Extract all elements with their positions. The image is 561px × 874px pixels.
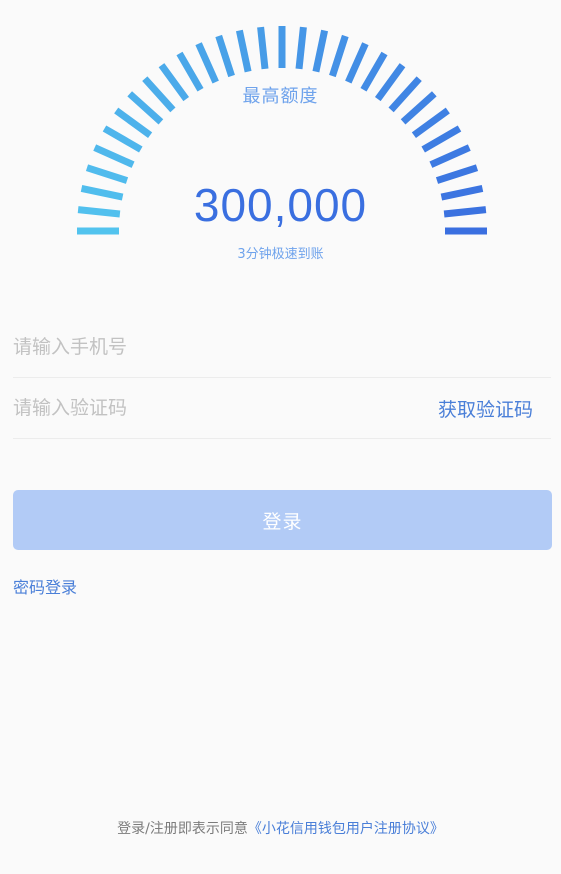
max-credit-amount: 300,000 (193, 179, 368, 231)
gauge-tick (295, 26, 307, 70)
gauge-tick (345, 42, 369, 84)
gauge-tick (312, 29, 329, 73)
gauge-tick (93, 144, 135, 168)
gauge-tick (102, 125, 143, 153)
gauge-tick (235, 29, 252, 73)
login-button[interactable]: 登录 (13, 490, 552, 550)
agreement-prefix: 登录/注册即表示同意 (117, 821, 248, 837)
phone-input[interactable] (13, 336, 551, 358)
verification-code-input[interactable] (13, 397, 438, 419)
gauge-tick (411, 107, 450, 139)
get-code-button[interactable]: 获取验证码 (438, 395, 533, 422)
gauge-tick (195, 42, 219, 84)
agreement-link[interactable]: 《小花信用钱包用户注册协议》 (248, 821, 444, 837)
login-page: 最高额度 300,000 3分钟极速到账 获取验证码 登录 密码登录 登录/注册… (0, 0, 561, 874)
phone-field-row (13, 317, 551, 378)
agreement-text: 登录/注册即表示同意《小花信用钱包用户注册协议》 (0, 818, 561, 838)
gauge-tick (257, 26, 269, 70)
gauge-arc (77, 26, 487, 235)
gauge-tick (329, 34, 349, 78)
gauge-subtitle: 3分钟极速到账 (237, 247, 324, 262)
credit-limit-gauge: 最高额度 300,000 3分钟极速到账 (0, 0, 561, 280)
gauge-tick (429, 144, 471, 168)
password-login-link[interactable]: 密码登录 (13, 574, 77, 598)
gauge-tick (114, 107, 153, 139)
gauge-tick (421, 125, 462, 153)
code-field-row: 获取验证码 (13, 378, 551, 439)
gauge-title: 最高额度 (242, 86, 319, 107)
gauge-tick (215, 34, 235, 78)
